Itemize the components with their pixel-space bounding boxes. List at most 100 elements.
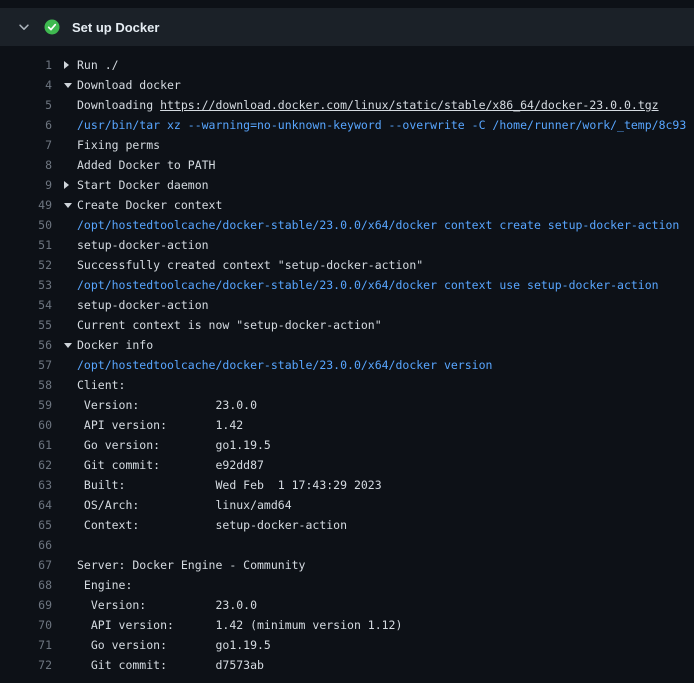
log-text: Start Docker daemon [77,178,209,192]
log-line: 8 Added Docker to PATH [0,155,694,175]
log-text: setup-docker-action [77,298,209,312]
line-number[interactable]: 69 [0,595,52,615]
line-number[interactable]: 64 [0,495,52,515]
log-group-line[interactable]: 1 Run ./ [0,55,694,75]
log-line-content: Run ./ [52,55,694,75]
log-group-line[interactable]: 4 Download docker [0,75,694,95]
log-line: 51 setup-docker-action [0,235,694,255]
line-number[interactable]: 58 [0,375,52,395]
line-number[interactable]: 4 [0,75,52,95]
line-number[interactable]: 51 [0,235,52,255]
log-group-line[interactable]: 49 Create Docker context [0,195,694,215]
log-text: Git commit: e92dd87 [77,458,264,472]
log-text: Engine: [77,578,132,592]
chevron-down-icon[interactable] [64,75,77,95]
log-text: Client: [77,378,125,392]
log-line-content: setup-docker-action [52,235,694,255]
log-text: Git commit: d7573ab [77,658,264,672]
log-line-content: API version: 1.42 [52,415,694,435]
log-line: 72 Git commit: d7573ab [0,655,694,675]
line-number[interactable]: 50 [0,215,52,235]
line-number[interactable]: 8 [0,155,52,175]
log-line-content: Version: 23.0.0 [52,395,694,415]
line-number[interactable]: 7 [0,135,52,155]
log-line: 55 Current context is now "setup-docker-a… [0,315,694,335]
line-number[interactable]: 66 [0,535,52,555]
log-line: 68 Engine: [0,575,694,595]
line-number[interactable]: 53 [0,275,52,295]
log-line: 7Fixing perms [0,135,694,155]
line-number[interactable]: 63 [0,475,52,495]
chevron-right-icon[interactable] [64,55,77,75]
log-line-content: Engine: [52,575,694,595]
log-line: 6/usr/bin/tar xz --warning=no-unknown-ke… [0,115,694,135]
log-line-content: Built: Wed Feb 1 17:43:29 2023 [52,475,694,495]
line-number[interactable]: 71 [0,635,52,655]
log-link[interactable]: https://download.docker.com/linux/static… [160,98,659,112]
log-line-content: Version: 23.0.0 [52,595,694,615]
log-line: 53/opt/hostedtoolcache/docker-stable/23.… [0,275,694,295]
line-number[interactable]: 57 [0,355,52,375]
log-line-content: Start Docker daemon [52,175,694,195]
step-header[interactable]: Set up Docker [0,8,694,46]
log-text: Version: 23.0.0 [77,398,257,412]
line-number[interactable]: 59 [0,395,52,415]
log-text: Create Docker context [77,198,222,212]
log-lines: 1Run ./4Download docker5Downloading http… [0,46,694,675]
log-line: 57/opt/hostedtoolcache/docker-stable/23.… [0,355,694,375]
line-number[interactable]: 5 [0,95,52,115]
line-number[interactable]: 56 [0,335,52,355]
line-number[interactable]: 67 [0,555,52,575]
log-text: Go version: go1.19.5 [77,638,271,652]
log-line: 52Successfully created context "setup-do… [0,255,694,275]
log-line-content: Context: setup-docker-action [52,515,694,535]
chevron-right-icon[interactable] [64,175,77,195]
line-number[interactable]: 54 [0,295,52,315]
log-text: setup-docker-action [77,238,209,252]
line-number[interactable]: 6 [0,115,52,135]
line-number[interactable]: 62 [0,455,52,475]
chevron-down-icon[interactable] [16,19,32,35]
line-number[interactable]: 65 [0,515,52,535]
line-number[interactable]: 72 [0,655,52,675]
log-text: Added Docker to PATH [77,158,215,172]
log-line: 62 Git commit: e92dd87 [0,455,694,475]
line-number[interactable]: 52 [0,255,52,275]
log-group-line[interactable]: 56Docker info [0,335,694,355]
log-line: 59 Version: 23.0.0 [0,395,694,415]
log-line: 64 OS/Arch: linux/amd64 [0,495,694,515]
log-line: 67Server: Docker Engine - Community [0,555,694,575]
line-number[interactable]: 68 [0,575,52,595]
log-line: 60 API version: 1.42 [0,415,694,435]
line-number[interactable]: 70 [0,615,52,635]
line-number[interactable]: 55 [0,315,52,335]
log-line-content: /opt/hostedtoolcache/docker-stable/23.0.… [52,275,694,295]
log-line: 70 API version: 1.42 (minimum version 1.… [0,615,694,635]
log-line-content: Successfully created context "setup-dock… [52,255,694,275]
log-text: Run ./ [77,58,119,72]
log-line-content: Create Docker context [52,195,694,215]
line-number[interactable]: 1 [0,55,52,75]
log-command-text: /opt/hostedtoolcache/docker-stable/23.0.… [77,218,679,232]
log-group-line[interactable]: 9 Start Docker daemon [0,175,694,195]
log-line: 61 Go version: go1.19.5 [0,435,694,455]
chevron-down-icon[interactable] [64,195,77,215]
line-number[interactable]: 49 [0,195,52,215]
log-text: Current context is now "setup-docker-act… [77,318,382,332]
log-line-content: Go version: go1.19.5 [52,435,694,455]
chevron-down-icon[interactable] [64,335,77,355]
log-line-content: Current context is now "setup-docker-act… [52,315,694,335]
log-line-content: API version: 1.42 (minimum version 1.12) [52,615,694,635]
log-text: Download docker [77,78,181,92]
log-line-content: Git commit: e92dd87 [52,455,694,475]
check-circle-icon [44,19,60,35]
log-line-content: Docker info [52,335,694,355]
log-text: Built: Wed Feb 1 17:43:29 2023 [77,478,382,492]
line-number[interactable]: 9 [0,175,52,195]
line-number[interactable]: 61 [0,435,52,455]
line-number[interactable]: 60 [0,415,52,435]
log-line-content: /usr/bin/tar xz --warning=no-unknown-key… [52,115,694,135]
log-line-content: Git commit: d7573ab [52,655,694,675]
log-line-content: setup-docker-action [52,295,694,315]
log-command-text: /usr/bin/tar xz --warning=no-unknown-key… [77,118,686,132]
